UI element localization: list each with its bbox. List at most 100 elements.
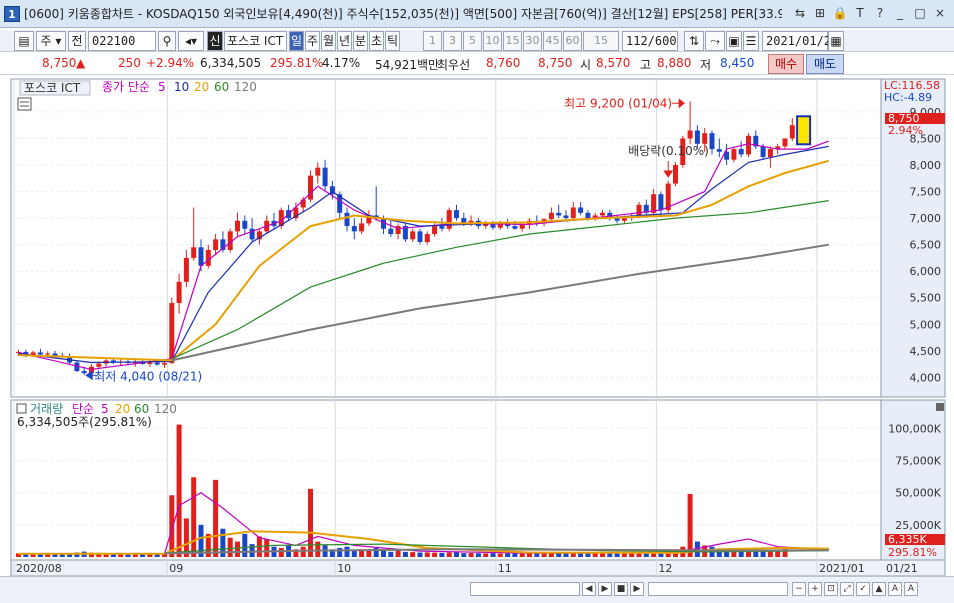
volume-panel-icon[interactable] [16, 403, 27, 414]
period-tab-3[interactable]: 년 [337, 31, 352, 51]
pin-icon[interactable]: ✓ [856, 582, 870, 596]
candle-body [45, 353, 51, 355]
save-icon[interactable]: ▣ [726, 31, 742, 51]
date-input[interactable]: 2021/01/21 [762, 31, 838, 51]
window-title: [0600] 키움종합차트 - KOSDAQ150 외국인보유[4,490(천)… [24, 7, 782, 21]
window-controls: ⇆ ⊞ 🔒 T ? _ □ × [792, 5, 948, 21]
candle-body [658, 194, 664, 211]
stock-code-input[interactable]: 022100 [88, 31, 156, 51]
candle-body [351, 226, 357, 232]
hc-label: HC:-4.89 [884, 91, 932, 104]
candle-body [578, 207, 584, 213]
text-size-up-icon[interactable]: A [904, 582, 918, 596]
interval-button-0[interactable]: 1 [423, 31, 442, 51]
stock-chart[interactable]: 9,0008,5008,0007,5007,0006,5006,0005,500… [0, 76, 954, 576]
volume-bar [519, 553, 525, 557]
count-field[interactable]: 112/600 [622, 31, 678, 51]
candle-body [782, 138, 788, 147]
period-tab-5[interactable]: 초 [369, 31, 384, 51]
sell-button[interactable]: 매도 [806, 54, 844, 74]
layout-menu-icon[interactable]: ▤ [14, 31, 34, 51]
settings-icon[interactable]: ☰ [743, 31, 759, 51]
volume-tag: 6,335K [888, 533, 927, 546]
price-ma-20: 20 [194, 80, 209, 94]
volume-bar [351, 550, 357, 557]
volume-bar [213, 479, 219, 557]
close-button[interactable]: × [932, 5, 948, 21]
period-tab-4[interactable]: 분 [353, 31, 368, 51]
calendar-icon[interactable]: ▦ [828, 31, 844, 51]
link-icon[interactable]: ⇆ [792, 5, 808, 21]
period-select[interactable]: 주 ▾ [36, 31, 66, 51]
interval-button-5[interactable]: 30 [523, 31, 542, 51]
layout-icon[interactable]: ⊞ [812, 5, 828, 21]
candle-body [716, 149, 722, 152]
period-tab-0[interactable]: 일 [289, 31, 304, 51]
candle-body [702, 133, 708, 144]
interval-button-3[interactable]: 10 [483, 31, 502, 51]
prev-button[interactable]: 전 [68, 31, 86, 51]
price-tick-label: 6,000 [910, 265, 942, 278]
interval-button-7[interactable]: 60 [563, 31, 582, 51]
high-annotation: 최고 9,200 (01/04) [564, 96, 672, 110]
zoom-in-icon[interactable]: + [808, 582, 822, 596]
stock-label: 포스코 ICT [24, 81, 81, 95]
volume-bar [490, 553, 496, 557]
volume-panel-close-icon[interactable] [936, 403, 944, 411]
price-tick-label: 7,000 [910, 212, 942, 225]
volume-bar [249, 544, 255, 557]
text-size-down-icon[interactable]: A [888, 582, 902, 596]
stop-icon[interactable]: ■ [614, 582, 628, 596]
interval-button-6[interactable]: 45 [543, 31, 562, 51]
interval-button-1[interactable]: 3 [443, 31, 462, 51]
buy-button[interactable]: 매수 [768, 54, 804, 74]
volume-ratio: 295.81% [270, 56, 324, 70]
volume-bar [475, 553, 481, 557]
volume-bar [497, 553, 503, 557]
play-icon[interactable]: ▶ [598, 582, 612, 596]
volume-bar [410, 552, 416, 557]
volume-bar [235, 541, 240, 557]
period-tab-2[interactable]: 월 [321, 31, 336, 51]
period-tab-6[interactable]: 틱 [385, 31, 400, 51]
help-icon[interactable]: ? [872, 5, 888, 21]
open-price: 8,570 [596, 56, 631, 70]
grid-toggle-icon[interactable] [17, 97, 32, 111]
scroll-right-icon[interactable]: ▶ [630, 582, 644, 596]
zoom-out-icon[interactable]: − [792, 582, 806, 596]
nav-up-icon[interactable]: ▲ [872, 582, 886, 596]
scroll-track[interactable] [470, 582, 580, 596]
low-annotation: 최저 4,040 (08/21) [94, 369, 202, 383]
volume-bar [300, 546, 306, 557]
tool-icon[interactable]: ⤳ [705, 31, 725, 51]
candle-body [315, 167, 321, 176]
minimize-button[interactable]: _ [892, 5, 908, 21]
interval-button-2[interactable]: 5 [463, 31, 482, 51]
candle-body [673, 165, 678, 184]
candle-body [81, 371, 87, 374]
interval-button-8[interactable]: 15 [583, 31, 619, 51]
volume-bar [395, 550, 401, 557]
speaker-icon[interactable]: ◂▾ [178, 31, 204, 51]
maximize-button[interactable]: □ [912, 5, 928, 21]
candle-body [37, 352, 43, 355]
price-ma-10: 10 [174, 80, 189, 94]
zoom-slider[interactable] [648, 582, 788, 596]
lock-icon[interactable]: 🔒 [832, 5, 848, 21]
candle-body [621, 218, 627, 221]
expand-icon[interactable]: ⤢ [840, 582, 854, 596]
fit-icon[interactable]: ⊡ [824, 582, 838, 596]
stock-name: 포스코 ICT [224, 31, 287, 51]
best-ask: 8,760 [486, 56, 521, 70]
search-icon[interactable]: ⚲ [158, 31, 176, 51]
volume-tick-label: 75,000K [895, 455, 941, 468]
text-icon[interactable]: T [852, 5, 868, 21]
dividend-annotation: 배당락(0.10%) [628, 144, 709, 158]
scroll-left-icon[interactable]: ◀ [582, 582, 596, 596]
interval-button-4[interactable]: 15 [503, 31, 522, 51]
indicator-icon[interactable]: ⇅ [684, 31, 704, 51]
volume-bar [176, 424, 182, 557]
period-tab-1[interactable]: 주 [305, 31, 320, 51]
candle-body [162, 363, 167, 365]
candle-body [432, 226, 438, 235]
